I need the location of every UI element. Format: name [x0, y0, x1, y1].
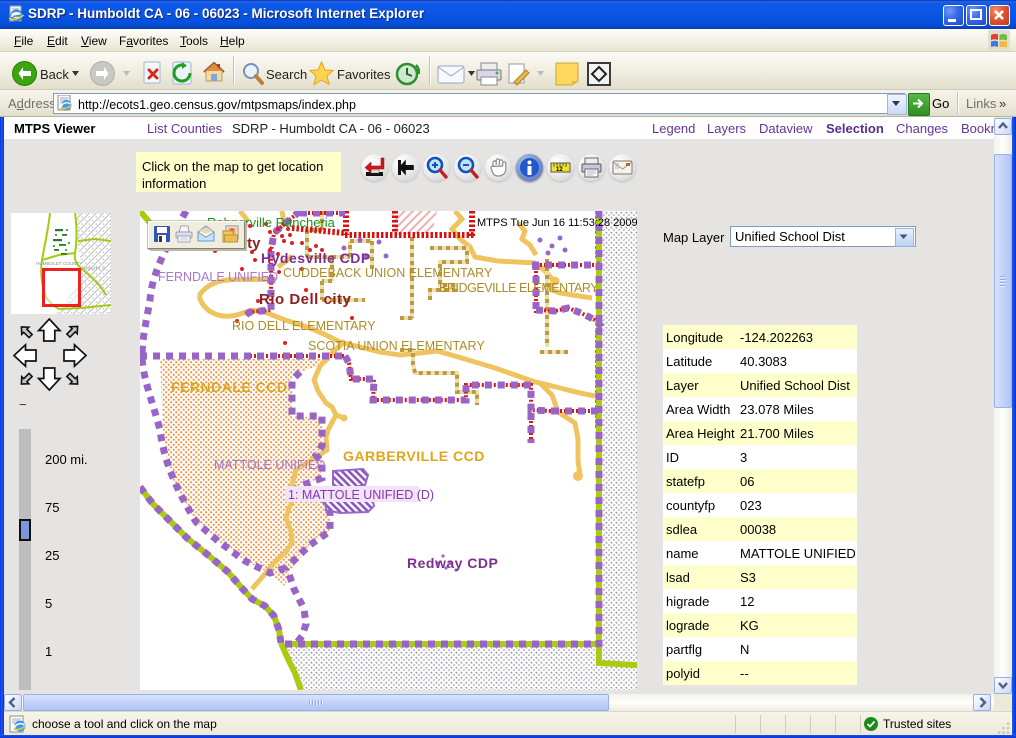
- svg-text:RIO DELL ELEMENTARY: RIO DELL ELEMENTARY: [232, 319, 376, 333]
- svg-text:FERNDALE UNIFIED: FERNDALE UNIFIED: [158, 270, 278, 284]
- svg-text:12: 12: [556, 167, 563, 173]
- svg-text:CUDDEBACK UNION ELEMENTARY: CUDDEBACK UNION ELEMENTARY: [283, 266, 493, 280]
- svg-text:SCOTIA UNION ELEMENTARY: SCOTIA UNION ELEMENTARY: [308, 339, 485, 353]
- svg-text:Redway CDP: Redway CDP: [407, 555, 498, 571]
- svg-text:TRINITY C: TRINITY C: [83, 266, 106, 271]
- svg-text:Hydesville CDP: Hydesville CDP: [261, 250, 371, 266]
- svg-text:BRIDGEVILLE ELEMENTARY: BRIDGEVILLE ELEMENTARY: [439, 281, 599, 295]
- svg-text:Rio Dell city: Rio Dell city: [259, 291, 352, 308]
- svg-text:MTPS Tue Jun 16 11:53:28 2009: MTPS Tue Jun 16 11:53:28 2009: [477, 217, 637, 229]
- svg-text:FERNDALE CCD: FERNDALE CCD: [171, 379, 287, 395]
- svg-text:HUMBOLDT COUNTY: HUMBOLDT COUNTY: [36, 261, 82, 266]
- svg-text:1: MATTOLE UNIFIED (D): 1: MATTOLE UNIFIED (D): [288, 488, 434, 502]
- svg-text:MATTOLE UNIFIED: MATTOLE UNIFIED: [214, 458, 325, 472]
- svg-text:GARBERVILLE CCD: GARBERVILLE CCD: [343, 448, 485, 464]
